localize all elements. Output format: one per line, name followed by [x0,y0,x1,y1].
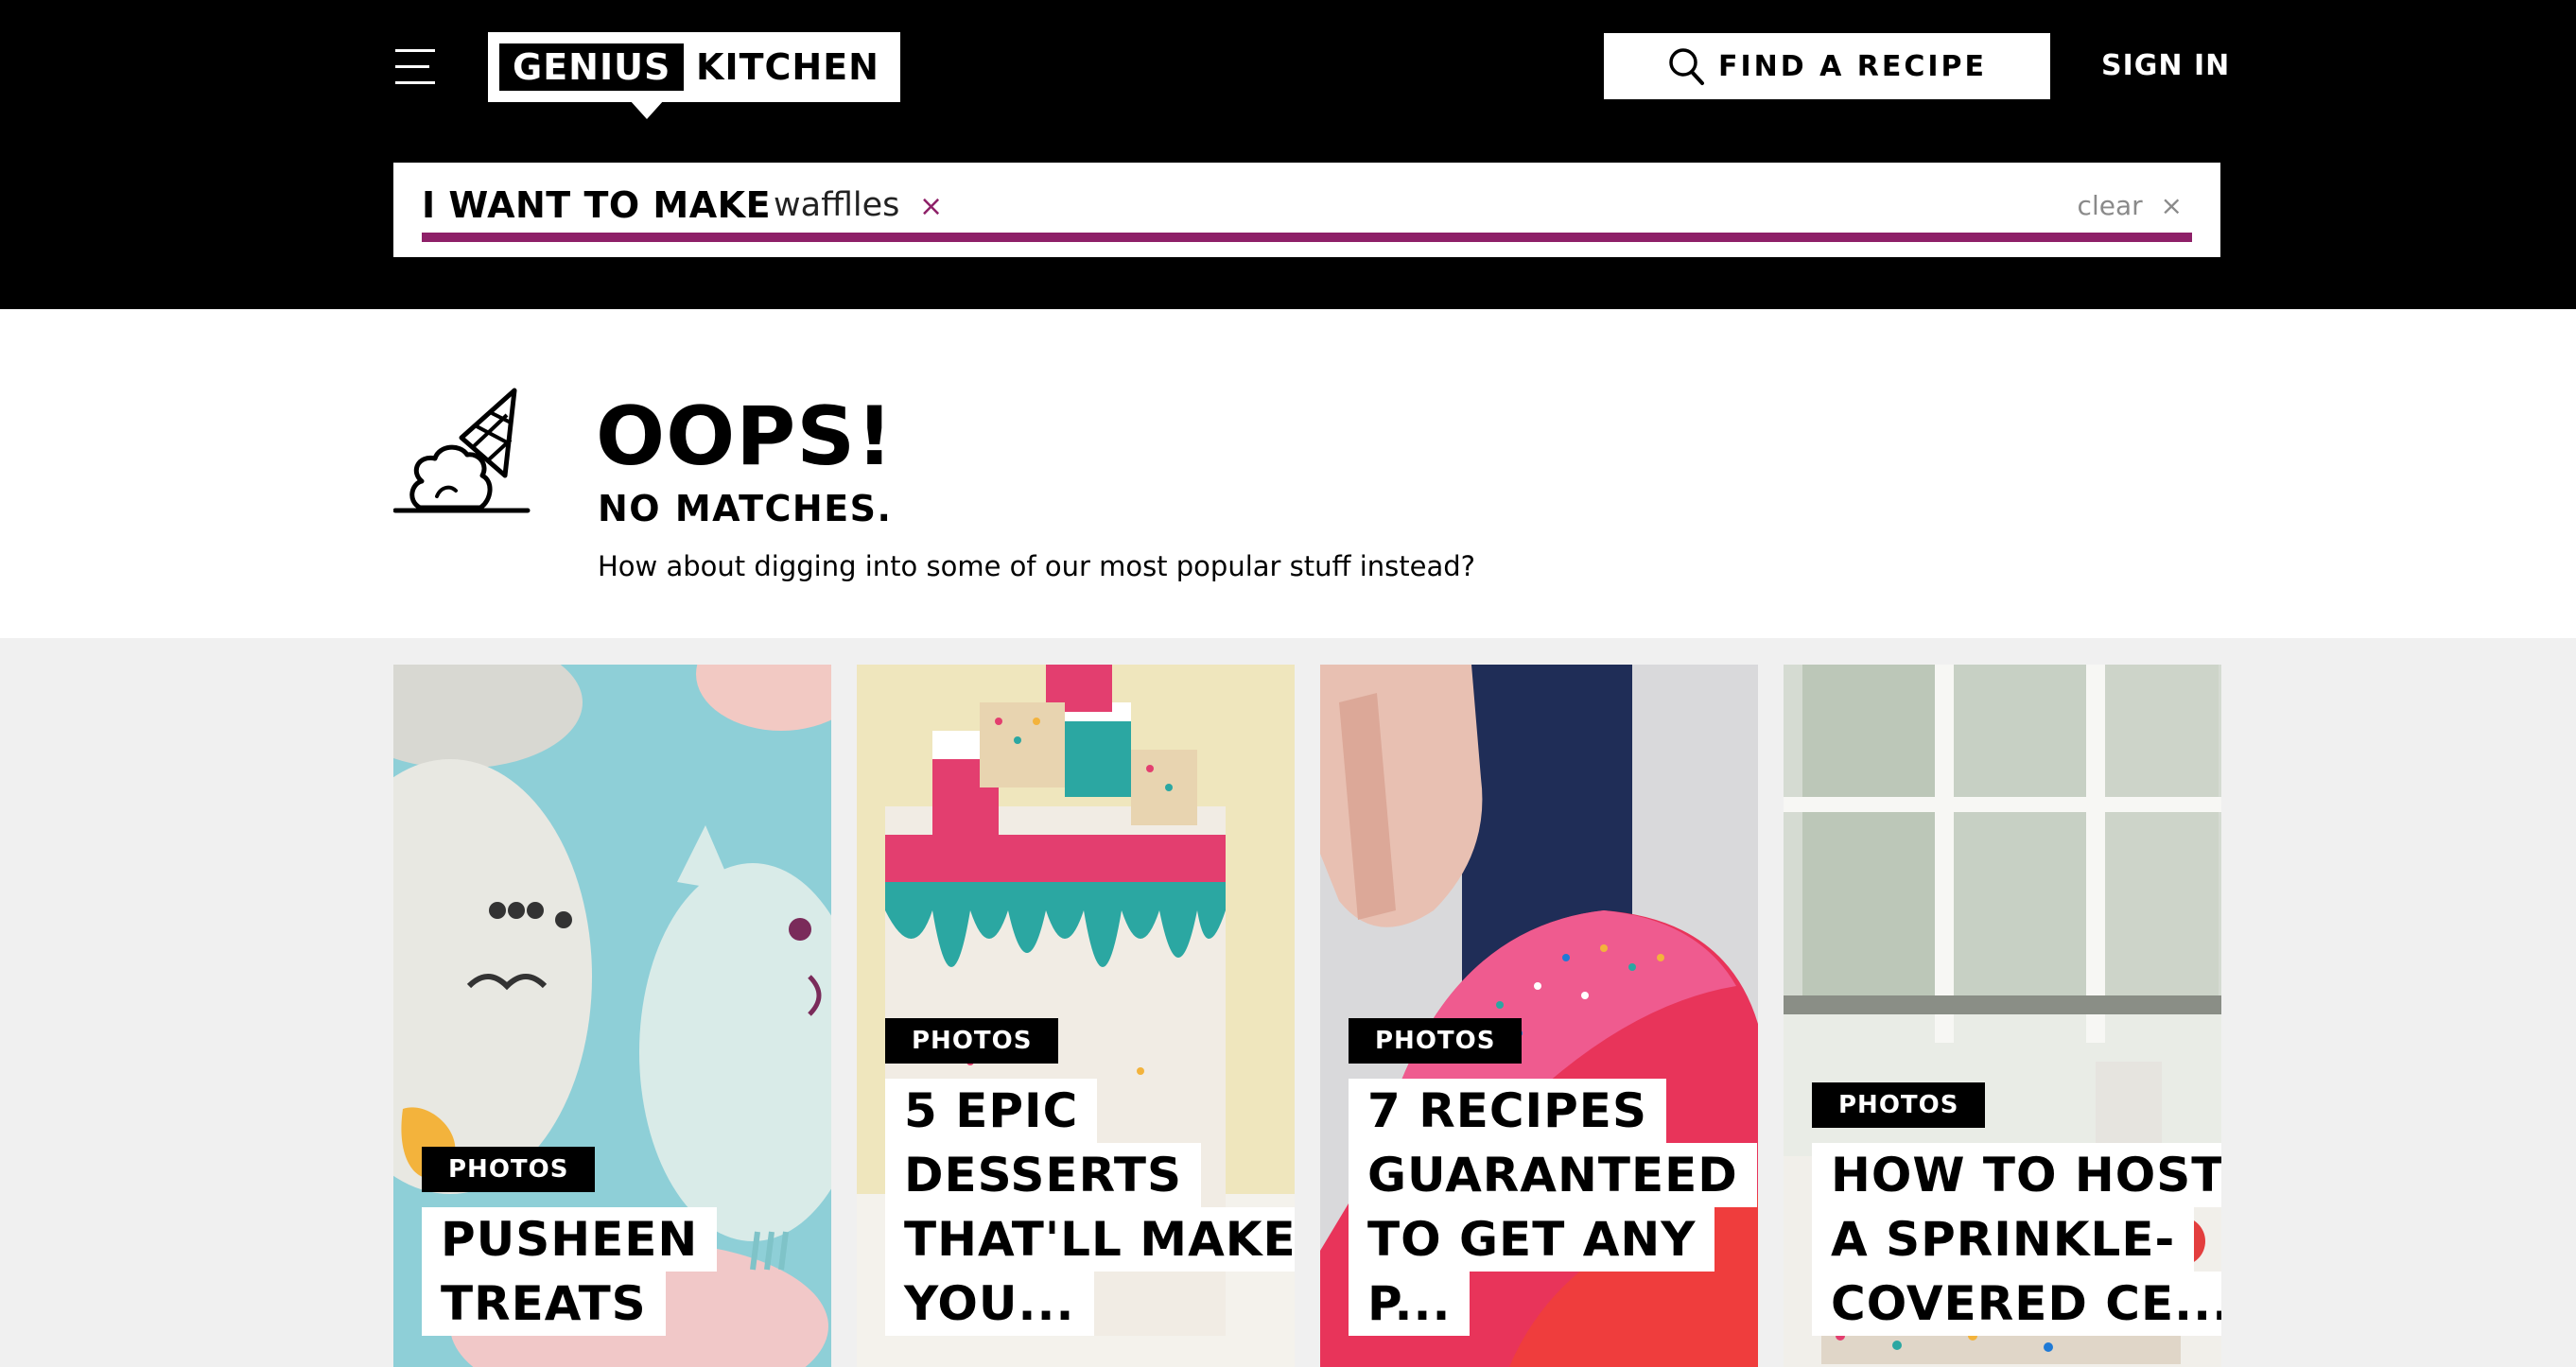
logo-speech-tail [630,100,664,119]
sign-in-link[interactable]: SIGN IN [2101,45,2230,87]
empty-message: How about digging into some of our most … [598,550,1476,582]
card-title-line: GUARANTEED [1349,1143,1757,1207]
clear-label: clear [2077,190,2143,221]
card-title-line: YOU... [885,1272,1094,1336]
ingredient-search-bar: I WANT TO MAKE wafflles × clear × [393,163,2220,257]
site-header: GENIUS KITCHEN FIND A RECIPE SIGN IN I W… [0,0,2576,309]
find-recipe-label: FIND A RECIPE [1717,49,1988,83]
search-lead-label: I WANT TO MAKE [422,184,772,226]
card-recipes-guaranteed[interactable]: PHOTOS 7 RECIPES GUARANTEED TO GET ANY P… [1320,665,1758,1367]
card-title-line: 5 EPIC [885,1079,1098,1143]
logo-genius-text: GENIUS [499,43,685,91]
clear-search-button[interactable]: clear × [2078,185,2183,227]
empty-title: OOPS! [596,389,895,484]
card-badge: PHOTOS [1349,1018,1523,1064]
clear-icon: × [2160,190,2183,221]
card-title-line: HOW TO HOST [1812,1143,2221,1207]
dropped-ice-cream-icon [393,388,531,513]
card-pusheen-treats[interactable]: PHOTOS PUSHEEN TREATS [393,665,831,1367]
card-title-line: A SPRINKLE- [1812,1207,2195,1272]
logo-kitchen-text: KITCHEN [696,46,879,88]
search-term-chip: wafflles [774,186,900,224]
card-title-line: TO GET ANY [1349,1207,1715,1272]
card-badge: PHOTOS [885,1018,1059,1064]
site-logo[interactable]: GENIUS KITCHEN [488,32,900,119]
empty-subtitle: NO MATCHES. [598,488,893,529]
card-sprinkle-covered[interactable]: PHOTOS HOW TO HOST A SPRINKLE- COVERED C… [1784,665,2221,1367]
card-title-line: DESSERTS [885,1143,1201,1207]
remove-term-icon[interactable]: × [919,183,943,231]
card-title: HOW TO HOST A SPRINKLE- COVERED CE... [1812,1143,2221,1336]
find-recipe-button[interactable]: FIND A RECIPE [1604,33,2050,99]
card-title-line: COVERED CE... [1812,1272,2221,1336]
card-badge: PHOTOS [1812,1082,1986,1128]
card-epic-desserts[interactable]: PHOTOS 5 EPIC DESSERTS THAT'LL MAKE YOU.… [857,665,1295,1367]
card-title: 5 EPIC DESSERTS THAT'LL MAKE YOU... [885,1079,1295,1336]
search-icon [1669,48,1704,85]
card-title-line: 7 RECIPES [1349,1079,1666,1143]
card-title-line: P... [1349,1272,1471,1336]
no-results-panel: OOPS! NO MATCHES. How about digging into… [0,309,2576,638]
card-title-line: THAT'LL MAKE [885,1207,1295,1272]
card-title: 7 RECIPES GUARANTEED TO GET ANY P... [1349,1079,1757,1336]
card-title-line: TREATS [422,1272,666,1336]
card-title-line: PUSHEEN [422,1207,718,1272]
card-title: PUSHEEN TREATS [422,1207,718,1336]
search-underline [422,233,2192,242]
card-badge: PHOTOS [422,1147,596,1192]
hamburger-menu-icon[interactable] [395,49,435,85]
